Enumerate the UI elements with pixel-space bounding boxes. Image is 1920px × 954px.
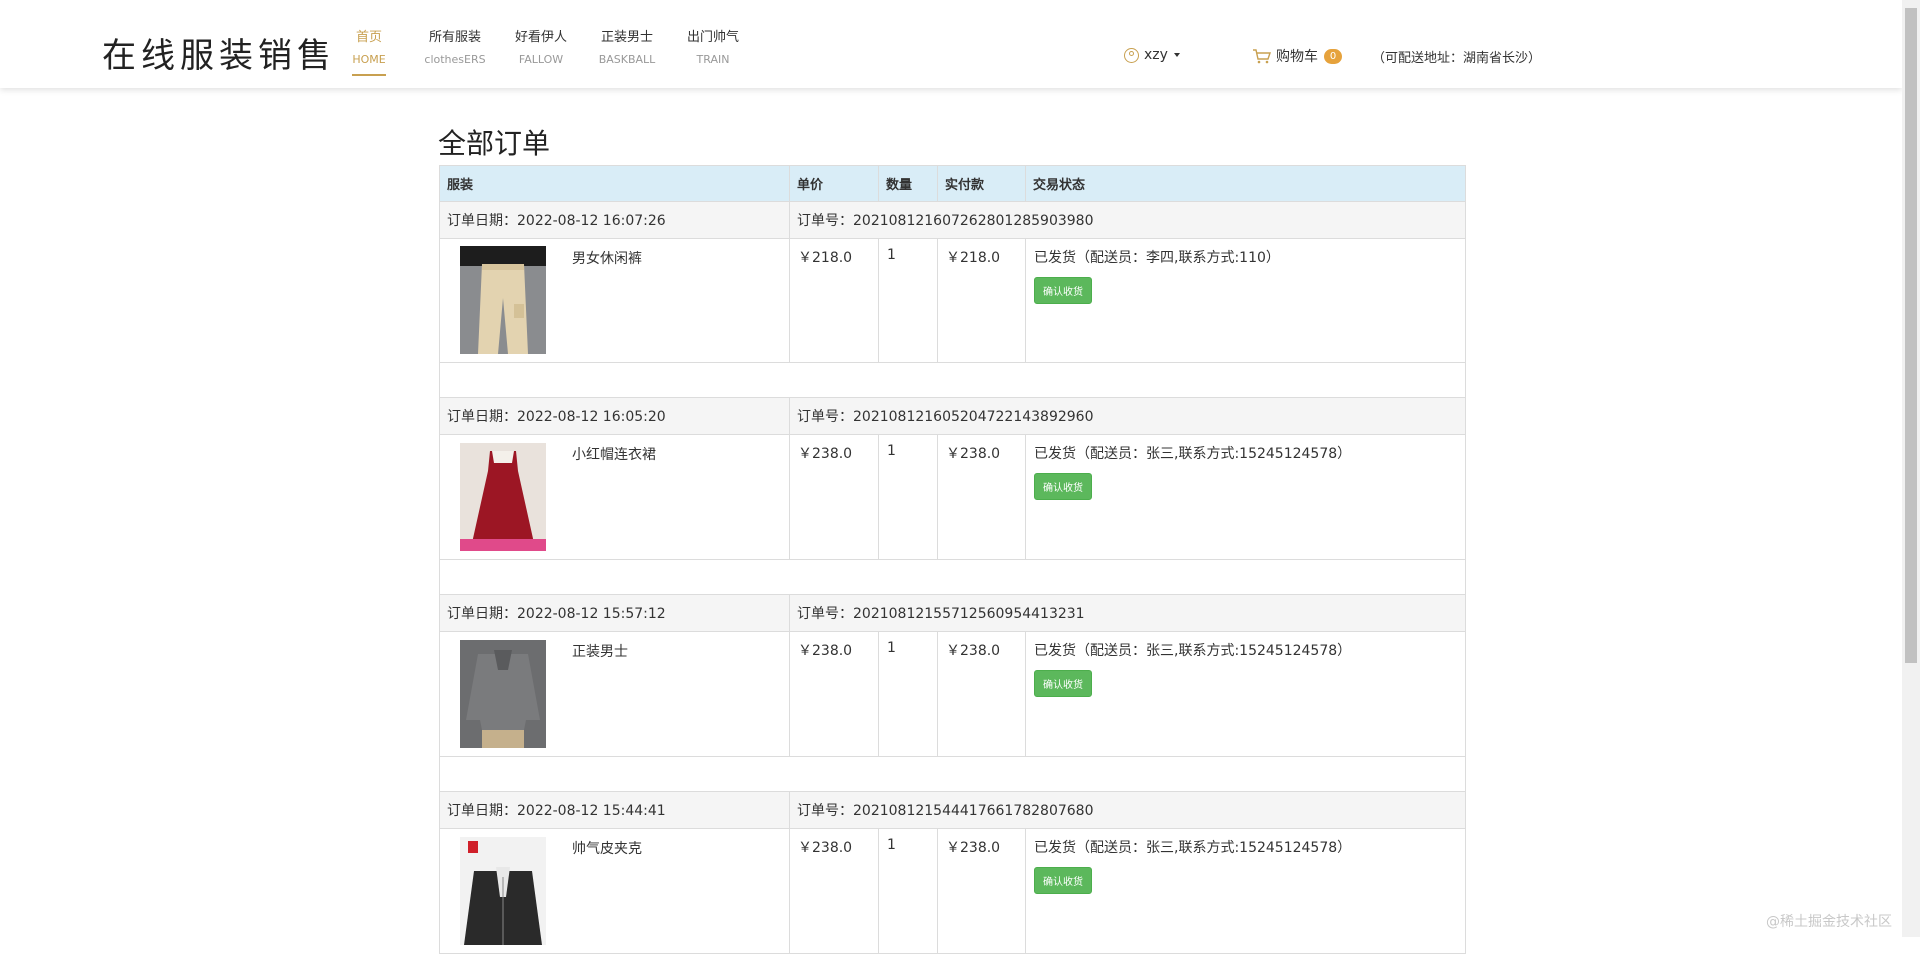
nav-label-cn: 正装男士 xyxy=(600,30,653,45)
col-header-quantity: 数量 xyxy=(878,165,938,202)
nav-label-en: HOME xyxy=(352,53,386,66)
product-name[interactable]: 男女休闲裤 xyxy=(572,247,642,354)
status-cell: 已发货（配送员：张三,联系方式:15245124578） 确认收货 xyxy=(1025,434,1466,560)
quantity: 1 xyxy=(878,631,938,757)
col-header-price: 单价 xyxy=(789,165,879,202)
order-item-row: 正装男士 ￥238.0 1 ￥238.0 已发货（配送员：张三,联系方式:152… xyxy=(439,631,1466,757)
scroll-thumb[interactable] xyxy=(1905,8,1917,663)
spacer-row xyxy=(439,756,1466,792)
nav-label-en: TRAIN xyxy=(696,53,730,66)
page-scrollbar[interactable] xyxy=(1902,0,1920,937)
confirm-receipt-button[interactable]: 确认收货 xyxy=(1034,277,1092,304)
quantity: 1 xyxy=(878,434,938,560)
paid-amount: ￥218.0 xyxy=(937,238,1026,363)
order-date-row: 订单日期：2022-08-12 16:07:26 订单号：20210812160… xyxy=(439,201,1466,239)
product-cell: 男女休闲裤 xyxy=(439,238,790,363)
cart-link[interactable]: 购物车 0 xyxy=(1252,46,1342,66)
order-number: 订单号：202108121544417661782807680 xyxy=(789,791,1466,829)
unit-price: ￥238.0 xyxy=(789,631,879,757)
confirm-receipt-button[interactable]: 确认收货 xyxy=(1034,867,1092,894)
nav-label-cn: 首页 xyxy=(355,30,382,45)
site-logo[interactable]: 在线服装销售 xyxy=(102,28,336,77)
nav-label-en: clothesERS xyxy=(424,53,486,66)
spacer-cell xyxy=(439,362,1466,398)
product-cell: 正装男士 xyxy=(439,631,790,757)
table-header-row: 服装 单价 数量 实付款 交易状态 xyxy=(439,165,1466,202)
order-date-row: 订单日期：2022-08-12 15:57:12 订单号：20210812155… xyxy=(439,594,1466,632)
user-name: xzy xyxy=(1144,47,1168,63)
order-number: 订单号：20210812155712560954413231 xyxy=(789,594,1466,632)
product-cell: 小红帽连衣裙 xyxy=(439,434,790,560)
product-name[interactable]: 小红帽连衣裙 xyxy=(572,443,656,551)
nav-item-women[interactable]: 好看伊人 FALLOW xyxy=(498,28,584,76)
nav-item-outing[interactable]: 出门帅气 TRAIN xyxy=(670,28,756,76)
product-name[interactable]: 正装男士 xyxy=(572,640,628,748)
chevron-down-icon xyxy=(1173,53,1180,57)
status-cell: 已发货（配送员：张三,联系方式:15245124578） 确认收货 xyxy=(1025,631,1466,757)
spacer-cell xyxy=(439,559,1466,595)
quantity: 1 xyxy=(878,828,938,954)
order-item-row: 小红帽连衣裙 ￥238.0 1 ￥238.0 已发货（配送员：张三,联系方式:1… xyxy=(439,434,1466,560)
paid-amount: ￥238.0 xyxy=(937,434,1026,560)
page-title: 全部订单 xyxy=(438,127,551,160)
order-date: 订单日期：2022-08-12 15:44:41 xyxy=(439,791,790,829)
order-status: 已发货（配送员：张三,联系方式:15245124578） xyxy=(1034,840,1352,856)
order-date: 订单日期：2022-08-12 16:07:26 xyxy=(439,201,790,239)
nav-label-en: BASKBALL xyxy=(598,53,656,66)
nav-label-cn: 出门帅气 xyxy=(686,30,739,45)
product-name[interactable]: 帅气皮夹克 xyxy=(572,837,642,945)
cart-icon xyxy=(1253,49,1271,64)
order-number: 订单号：202108121607262801285903980 xyxy=(789,201,1466,239)
order-date: 订单日期：2022-08-12 15:57:12 xyxy=(439,594,790,632)
confirm-receipt-button[interactable]: 确认收货 xyxy=(1034,473,1092,500)
nav-item-men-formal[interactable]: 正装男士 BASKBALL xyxy=(584,28,670,76)
cart-label: 购物车 xyxy=(1276,49,1318,65)
product-image-dress[interactable] xyxy=(460,443,546,551)
user-icon xyxy=(1124,47,1139,63)
status-cell: 已发货（配送员：李四,联系方式:110） 确认收货 xyxy=(1025,238,1466,363)
spacer-row xyxy=(439,362,1466,398)
order-status: 已发货（配送员：张三,联系方式:15245124578） xyxy=(1034,446,1352,462)
col-header-paid: 实付款 xyxy=(937,165,1026,202)
spacer-cell xyxy=(439,756,1466,792)
delivery-address: （可配送地址：湖南省长沙） xyxy=(1372,51,1542,66)
unit-price: ￥218.0 xyxy=(789,238,879,363)
nav-item-home[interactable]: 首页 HOME xyxy=(326,28,412,76)
product-image-jacket[interactable] xyxy=(460,837,546,945)
nav-item-all-clothes[interactable]: 所有服装 clothesERS xyxy=(412,28,498,76)
user-menu[interactable]: xzy xyxy=(1124,47,1180,63)
order-number: 订单号：202108121605204722143892960 xyxy=(789,397,1466,435)
product-image-pants[interactable] xyxy=(460,246,546,354)
unit-price: ￥238.0 xyxy=(789,434,879,560)
order-status: 已发货（配送员：张三,联系方式:15245124578） xyxy=(1034,643,1352,659)
confirm-receipt-button[interactable]: 确认收货 xyxy=(1034,670,1092,697)
order-item-row: 男女休闲裤 ￥218.0 1 ￥218.0 已发货（配送员：李四,联系方式:11… xyxy=(439,238,1466,363)
col-header-status: 交易状态 xyxy=(1025,165,1466,202)
spacer-row xyxy=(439,559,1466,595)
order-status: 已发货（配送员：李四,联系方式:110） xyxy=(1034,250,1280,266)
paid-amount: ￥238.0 xyxy=(937,828,1026,954)
cart-count-badge: 0 xyxy=(1324,48,1342,64)
order-date-row: 订单日期：2022-08-12 16:05:20 订单号：20210812160… xyxy=(439,397,1466,435)
nav-label-en: FALLOW xyxy=(518,53,564,66)
order-item-row: 帅气皮夹克 ￥238.0 1 ￥238.0 已发货（配送员：张三,联系方式:15… xyxy=(439,828,1466,954)
nav-label-cn: 好看伊人 xyxy=(514,30,567,45)
order-date-row: 订单日期：2022-08-12 15:44:41 订单号：20210812154… xyxy=(439,791,1466,829)
watermark: @稀土掘金技术社区 xyxy=(1766,914,1892,930)
top-header: 在线服装销售 首页 HOME 所有服装 clothesERS 好看伊人 FALL… xyxy=(0,0,1902,88)
nav-label-cn: 所有服装 xyxy=(428,30,481,45)
product-image-shirt[interactable] xyxy=(460,640,546,748)
quantity: 1 xyxy=(878,238,938,363)
order-date: 订单日期：2022-08-12 16:05:20 xyxy=(439,397,790,435)
product-cell: 帅气皮夹克 xyxy=(439,828,790,954)
main-nav: 首页 HOME 所有服装 clothesERS 好看伊人 FALLOW 正装男士… xyxy=(326,28,756,76)
col-header-product: 服装 xyxy=(439,165,790,202)
orders-table: 服装 单价 数量 实付款 交易状态 订单日期：2022-08-12 16:07:… xyxy=(439,165,1466,954)
paid-amount: ￥238.0 xyxy=(937,631,1026,757)
status-cell: 已发货（配送员：张三,联系方式:15245124578） 确认收货 xyxy=(1025,828,1466,954)
unit-price: ￥238.0 xyxy=(789,828,879,954)
